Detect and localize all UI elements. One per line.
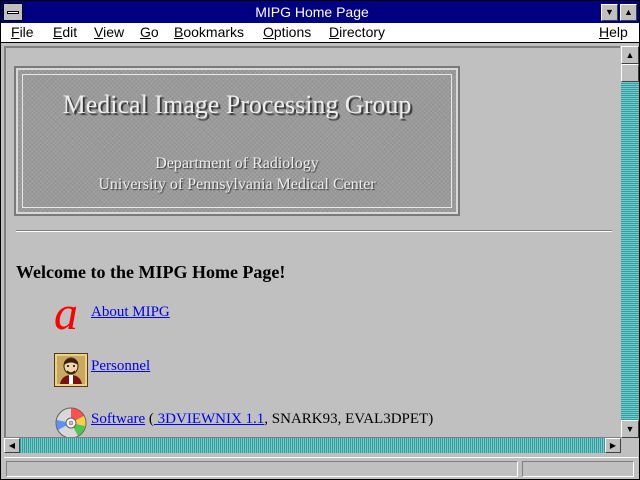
banner-university: University of Pennsylvania Medical Cente…	[98, 176, 376, 193]
minimize-icon[interactable]: ▼	[601, 4, 618, 21]
3dviewnix-link[interactable]: 3DVIEWNIX 1.1	[154, 411, 265, 427]
vertical-scroll-thumb[interactable]	[621, 64, 639, 82]
menu-bar: File Edit View Go Bookmarks Options Dire…	[1, 23, 639, 43]
horizontal-rule	[16, 230, 612, 232]
menu-bookmarks[interactable]: Bookmarks	[174, 24, 244, 40]
title-bar[interactable]: MIPG Home Page ▼ ▲	[1, 1, 639, 23]
menu-file[interactable]: File	[11, 24, 34, 40]
status-progress-area	[522, 461, 634, 477]
menu-edit-label: dit	[62, 24, 78, 40]
about-mipg-link[interactable]: About MIPG	[91, 304, 170, 321]
portrait-icon	[54, 353, 88, 387]
browser-window: MIPG Home Page ▼ ▲ File Edit View Go Boo…	[0, 0, 640, 480]
menu-edit[interactable]: Edit	[53, 24, 77, 40]
mipg-banner-image: Medical Image Processing Group Departmen…	[14, 66, 460, 216]
menu-help[interactable]: Help	[599, 24, 628, 40]
software-link[interactable]: Software	[91, 411, 145, 427]
menu-view-label: iew	[103, 24, 125, 40]
system-menu-bar	[7, 11, 19, 14]
menu-directory-label: irectory	[339, 24, 386, 40]
arrow-up-icon[interactable]: ▲	[621, 46, 639, 64]
menu-directory-accel: D	[329, 24, 340, 40]
banner-department: Department of Radiology	[155, 155, 319, 172]
software-open-paren: (	[145, 411, 154, 427]
system-menu-icon[interactable]	[3, 3, 23, 21]
status-message-area	[6, 461, 518, 477]
menu-view-accel: V	[94, 24, 104, 40]
menu-options-accel: O	[263, 24, 274, 40]
welcome-heading: Welcome to the MIPG Home Page!	[16, 262, 286, 282]
menu-bookmarks-label: ookmarks	[183, 24, 245, 40]
menu-options-label: ptions	[273, 24, 312, 40]
menu-help-label: elp	[609, 24, 628, 40]
status-bar	[4, 457, 638, 479]
menu-go-label: o	[150, 24, 159, 40]
menu-options[interactable]: Options	[263, 24, 311, 40]
vertical-scrollbar[interactable]: ▲ ▼	[621, 46, 639, 438]
menu-go-accel: G	[140, 24, 151, 40]
menu-bookmarks-accel: B	[174, 24, 184, 40]
personnel-link[interactable]: Personnel	[91, 358, 150, 375]
vertical-scroll-track[interactable]	[621, 82, 639, 420]
menu-help-accel: H	[599, 24, 610, 40]
menu-go[interactable]: Go	[140, 24, 159, 40]
menu-view[interactable]: View	[94, 24, 124, 40]
menu-edit-accel: E	[53, 24, 63, 40]
page-content[interactable]: Medical Image Processing Group Departmen…	[4, 46, 620, 437]
horizontal-scroll-track[interactable]	[20, 438, 605, 453]
window-title: MIPG Home Page	[255, 4, 369, 20]
menu-file-accel: F	[11, 24, 20, 40]
arrow-left-icon[interactable]: ◀	[4, 438, 20, 453]
horizontal-scrollbar[interactable]: ◀ ▶	[4, 437, 621, 453]
compact-disc-icon	[55, 407, 87, 437]
banner-title: Medical Image Processing Group	[62, 90, 412, 119]
software-other-packages: , SNARK93, EVAL3DPET)	[264, 411, 434, 427]
maximize-icon[interactable]: ▲	[620, 4, 637, 21]
menu-directory[interactable]: Directory	[329, 24, 385, 40]
arrow-right-icon[interactable]: ▶	[605, 438, 621, 453]
menu-file-label: ile	[19, 24, 34, 40]
arrow-down-icon[interactable]: ▼	[621, 420, 639, 438]
letter-a-icon: a	[54, 287, 78, 340]
software-line: Software ( 3DVIEWNIX 1.1, SNARK93, EVAL3…	[91, 410, 433, 428]
